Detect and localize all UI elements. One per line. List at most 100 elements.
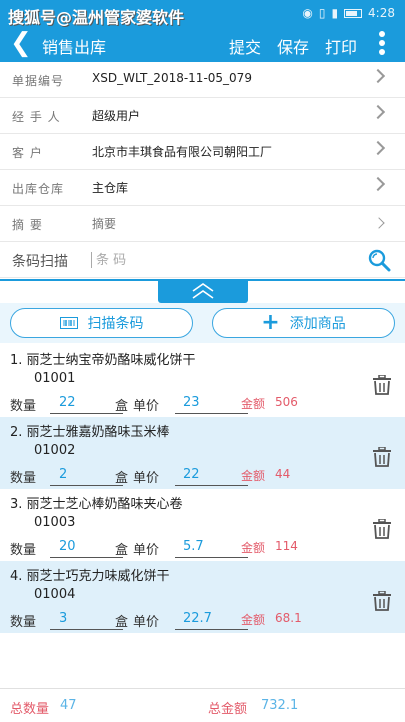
barcode-row: 条码扫描 (0, 242, 405, 278)
price-label: 单价 (133, 399, 160, 414)
scan-barcode-label: 扫描条码 (87, 316, 144, 332)
action-bar: 扫描条码 + 添加商品 (0, 303, 405, 343)
item-code: 01001 (34, 371, 76, 386)
list-item[interactable]: 1. 丽芝士纳宝帝奶酪味威化饼干 01001 数量 22 盒 单价 23 金额 … (0, 345, 405, 417)
watermark-text: 搜狐号@温州管家婆软件 (8, 8, 185, 27)
handler-value: 超级用户 (92, 109, 141, 123)
unit-label: 盒 (115, 543, 129, 558)
amount-label: 金额 (241, 469, 266, 483)
chevron-right-icon (370, 68, 386, 84)
save-button[interactable]: 保存 (277, 34, 309, 58)
product-list: 1. 丽芝士纳宝帝奶酪味威化饼干 01001 数量 22 盒 单价 23 金额 … (0, 345, 405, 633)
handler-label: 经 手 人 (12, 110, 61, 124)
item-detail-row: 数量 3 盒 单价 22.7 金额 68.1 (10, 611, 390, 631)
collapse-toggle[interactable] (158, 279, 248, 303)
chevron-right-icon (370, 140, 386, 156)
amount-label: 金额 (241, 541, 266, 555)
chevron-double-up-icon (192, 283, 214, 299)
summary-label: 摘 要 (12, 218, 43, 232)
plus-icon: + (261, 310, 280, 335)
vibrate-icon: ▯ (318, 6, 326, 20)
summary-field[interactable]: 摘要 (92, 215, 116, 232)
order-form: 单据编号 XSD_WLT_2018-11-05_079 经 手 人 超级用户 客… (0, 62, 405, 278)
item-name: 4. 丽芝士巧克力味威化饼干 (10, 569, 170, 584)
trash-icon[interactable] (373, 375, 391, 395)
unit-label: 盒 (115, 399, 129, 414)
unit-label: 盒 (115, 471, 129, 486)
submit-button[interactable]: 提交 (229, 34, 261, 58)
item-code: 01002 (34, 443, 76, 458)
doc-no-row[interactable]: 单据编号 XSD_WLT_2018-11-05_079 (0, 62, 405, 98)
app-header: 搜狐号@温州管家婆软件 ◉ ▯ ▮ 4:28 ❮ 销售出库 提交 保存 打印 (0, 0, 405, 62)
doc-no-value: XSD_WLT_2018-11-05_079 (92, 71, 252, 85)
qty-label: 数量 (10, 471, 37, 486)
price-label: 单价 (133, 615, 160, 630)
amount-value: 68.1 (275, 611, 302, 625)
back-arrow-icon[interactable]: ❮ (10, 28, 32, 58)
barcode-icon (59, 317, 78, 329)
price-label: 单价 (133, 543, 160, 558)
price-label: 单价 (133, 471, 160, 486)
total-qty-value: 47 (60, 698, 77, 713)
navbar: ❮ 销售出库 提交 保存 打印 (0, 26, 405, 62)
qty-input[interactable]: 2 (50, 467, 123, 486)
price-input[interactable]: 22.7 (175, 611, 248, 630)
item-name: 2. 丽芝士雅嘉奶酪味玉米棒 (10, 425, 170, 440)
price-input[interactable]: 5.7 (175, 539, 248, 558)
handler-row[interactable]: 经 手 人 超级用户 (0, 98, 405, 134)
customer-value: 北京市丰琪食品有限公司朝阳工厂 (92, 145, 273, 159)
totals-bar: 总数量 47 总金额 732.1 (0, 688, 405, 722)
item-detail-row: 数量 20 盒 单价 5.7 金额 114 (10, 539, 390, 559)
qty-input[interactable]: 22 (50, 395, 123, 414)
signal-icon: ▮ (331, 6, 339, 20)
cursor-divider (91, 252, 92, 268)
qty-label: 数量 (10, 615, 37, 630)
total-qty-label: 总数量 (10, 702, 50, 717)
add-product-label: 添加商品 (289, 316, 346, 332)
status-icons: ◉ ▯ ▮ 4:28 (302, 6, 395, 20)
unit-label: 盒 (115, 615, 129, 630)
price-input[interactable]: 22 (175, 467, 248, 486)
print-button[interactable]: 打印 (325, 34, 357, 58)
chevron-right-icon (373, 217, 385, 229)
location-icon: ◉ (302, 6, 313, 20)
chevron-right-icon (370, 104, 386, 120)
trash-icon[interactable] (373, 447, 391, 467)
qty-label: 数量 (10, 543, 37, 558)
page-title: 销售出库 (42, 38, 107, 57)
list-item[interactable]: 2. 丽芝士雅嘉奶酪味玉米棒 01002 数量 2 盒 单价 22 金额 44 (0, 417, 405, 489)
list-item[interactable]: 3. 丽芝士芝心棒奶酪味夹心卷 01003 数量 20 盒 单价 5.7 金额 … (0, 489, 405, 561)
amount-label: 金额 (241, 613, 266, 627)
warehouse-label: 出库仓库 (12, 182, 65, 196)
item-code: 01004 (34, 587, 76, 602)
chevron-right-icon (370, 176, 386, 192)
trash-icon[interactable] (373, 591, 391, 611)
amount-label: 金额 (241, 397, 266, 411)
item-detail-row: 数量 2 盒 单价 22 金额 44 (10, 467, 390, 487)
trash-icon[interactable] (373, 519, 391, 539)
battery-icon (344, 8, 363, 18)
status-bar: 搜狐号@温州管家婆软件 ◉ ▯ ▮ 4:28 (0, 0, 405, 27)
price-input[interactable]: 23 (175, 395, 248, 414)
list-item[interactable]: 4. 丽芝士巧克力味威化饼干 01004 数量 3 盒 单价 22.7 金额 6… (0, 561, 405, 633)
total-amount-label: 总金额 (208, 702, 248, 717)
scan-barcode-button[interactable]: 扫描条码 (10, 308, 193, 338)
add-product-button[interactable]: + 添加商品 (212, 308, 395, 338)
more-menu-icon[interactable] (379, 31, 385, 57)
item-code: 01003 (34, 515, 76, 530)
qty-input[interactable]: 3 (50, 611, 123, 630)
item-name: 1. 丽芝士纳宝帝奶酪味威化饼干 (10, 353, 196, 368)
amount-value: 506 (275, 395, 298, 409)
customer-row[interactable]: 客 户 北京市丰琪食品有限公司朝阳工厂 (0, 134, 405, 170)
warehouse-value: 主仓库 (92, 181, 129, 195)
amount-value: 44 (275, 467, 291, 481)
search-icon[interactable] (367, 248, 391, 272)
summary-row[interactable]: 摘 要 摘要 (0, 206, 405, 242)
item-detail-row: 数量 22 盒 单价 23 金额 506 (10, 395, 390, 415)
status-time: 4:28 (368, 6, 395, 20)
qty-label: 数量 (10, 399, 37, 414)
total-amount-value: 732.1 (261, 698, 299, 713)
warehouse-row[interactable]: 出库仓库 主仓库 (0, 170, 405, 206)
qty-input[interactable]: 20 (50, 539, 123, 558)
barcode-input[interactable] (96, 250, 296, 270)
